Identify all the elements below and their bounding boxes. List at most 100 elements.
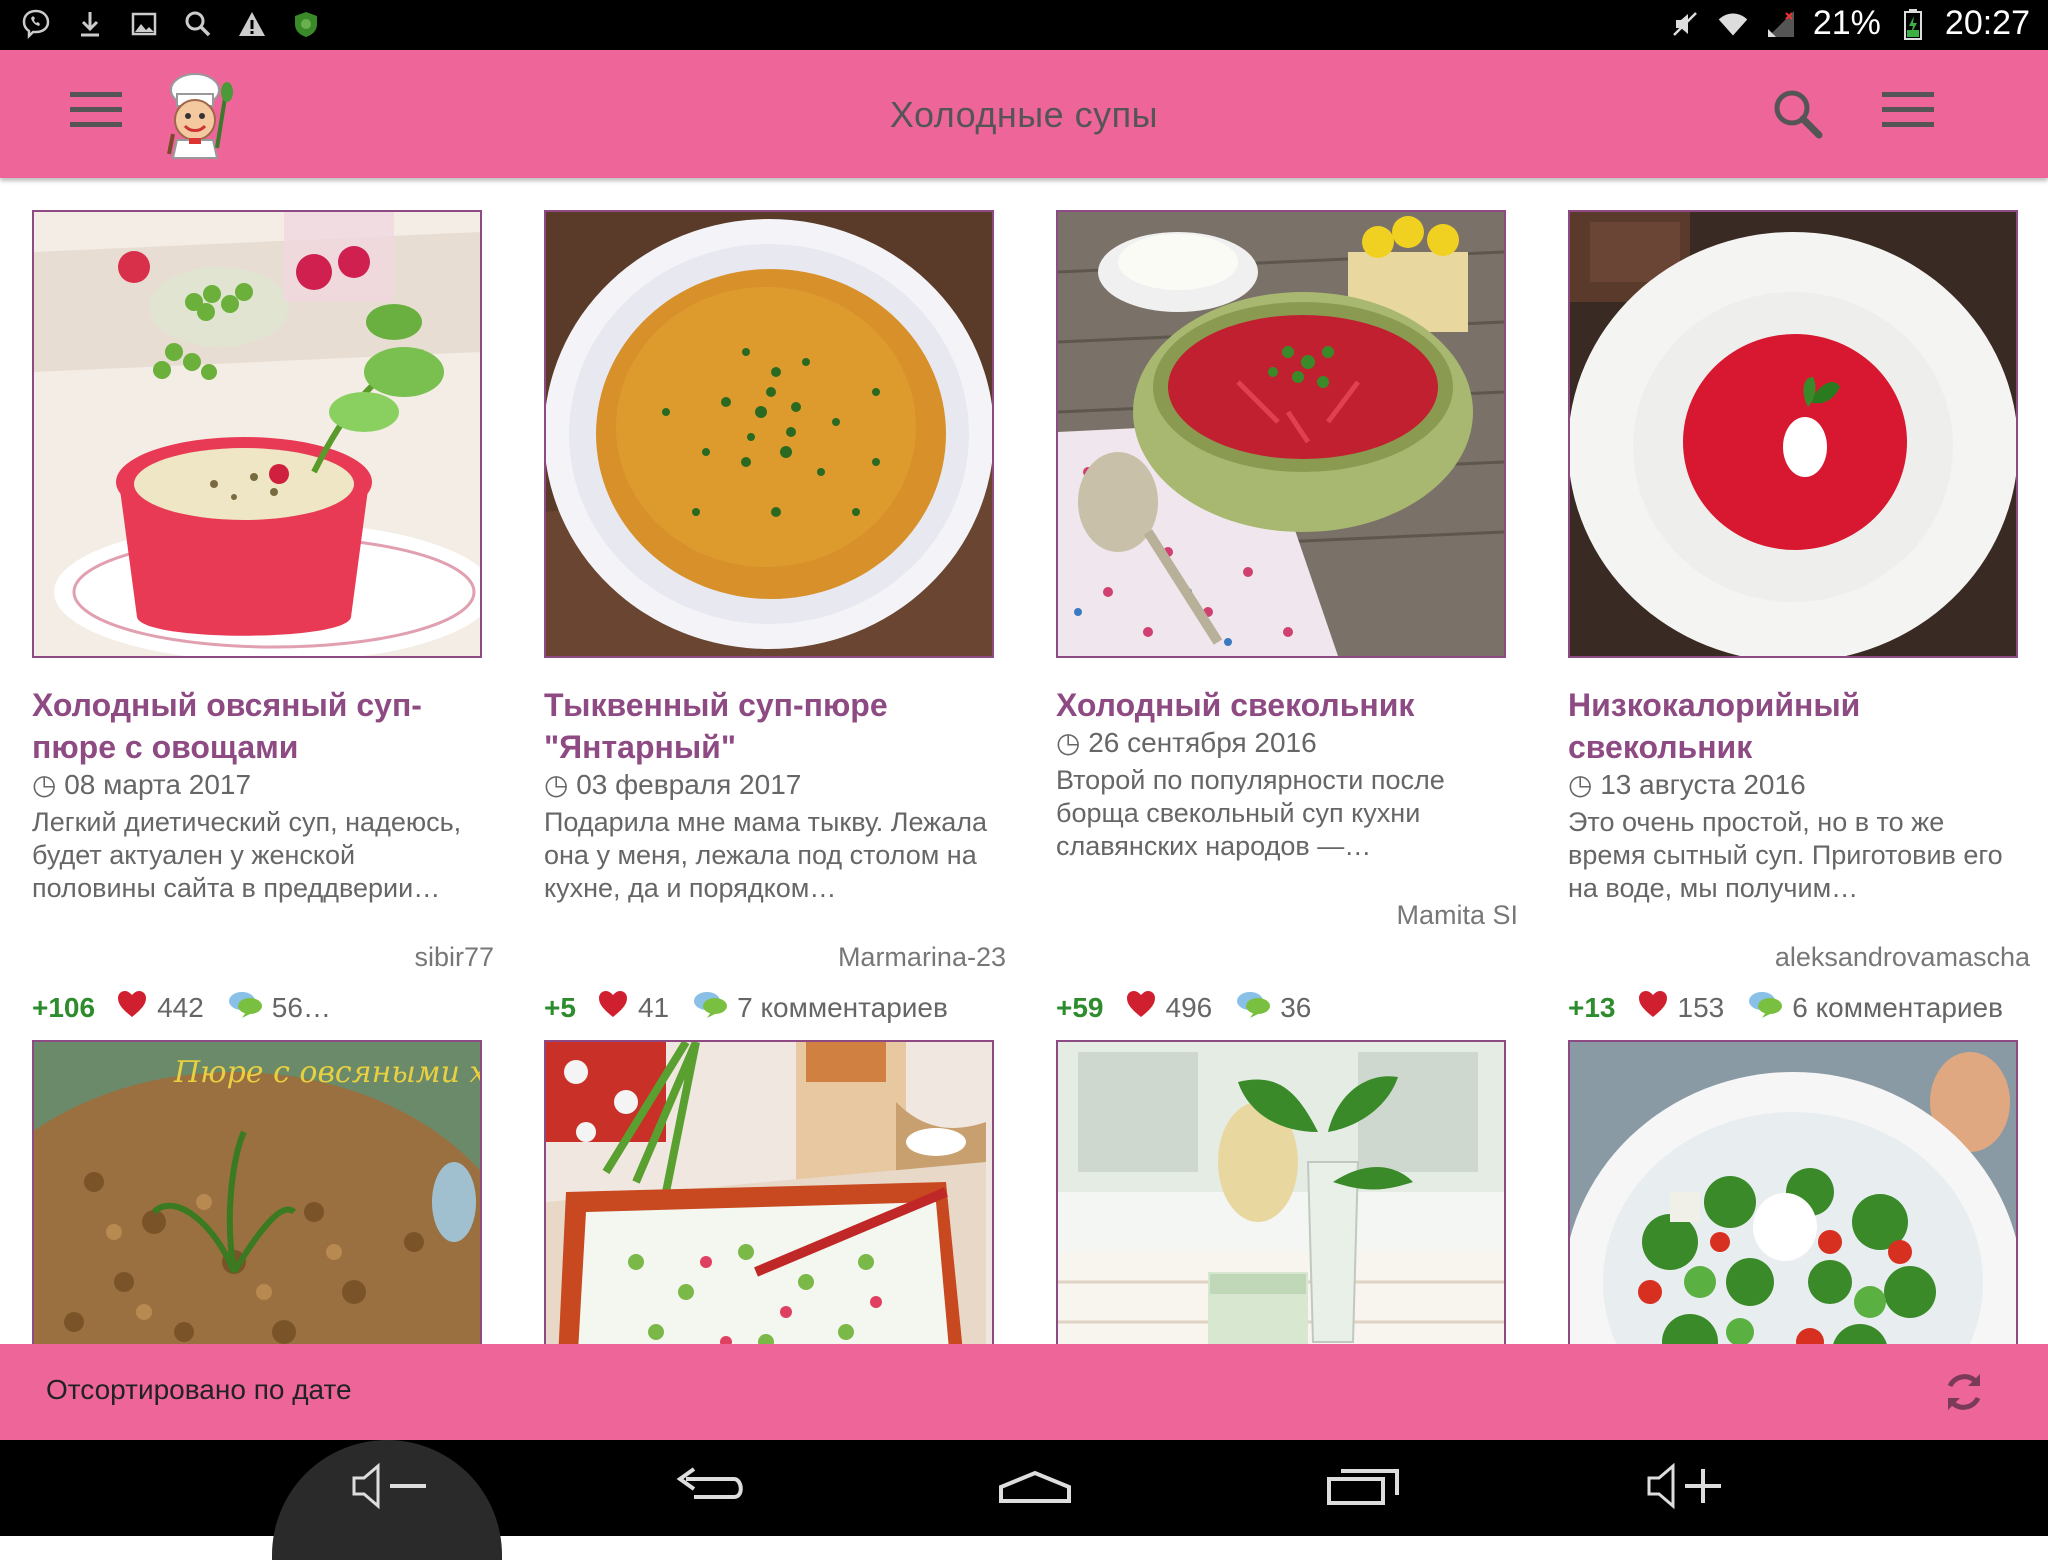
volume-down-icon: [352, 1462, 426, 1510]
refresh-icon: [1947, 1374, 1981, 1410]
battery-icon: [1897, 8, 1929, 40]
clock-icon: ◷: [1056, 727, 1089, 758]
page-title: Холодные супы: [889, 94, 1159, 135]
recipe-grid: Холодный овсяный суп-пюре с овощами ◷ 08…: [0, 178, 2048, 1344]
recipe-photo[interactable]: [1056, 1040, 1506, 1344]
search-status-icon: [182, 8, 214, 40]
radish-soup-image: [34, 212, 480, 656]
recipe-author[interactable]: aleksandrovamascha: [1775, 942, 2030, 973]
battery-percent: 21%: [1812, 4, 1881, 42]
recipe-photo[interactable]: [32, 210, 482, 658]
likes-count: 41: [637, 991, 670, 1023]
recipe-author[interactable]: Marmarina-23: [838, 942, 1006, 973]
notification-icons: [20, 8, 322, 40]
recipe-stats: +106 442 56…: [32, 990, 331, 1025]
recipe-author[interactable]: sibir77: [414, 942, 494, 973]
beet-soup-bowl-image: [1058, 212, 1504, 656]
mute-icon: [1669, 8, 1701, 40]
recipe-date: ◷ 08 марта 2017: [32, 768, 251, 801]
recent-apps-icon: [1327, 1469, 1399, 1505]
recipe-photo[interactable]: [1568, 1040, 2018, 1344]
green-soup-image: [1570, 1042, 2016, 1344]
back-icon: [676, 1467, 743, 1499]
recipe-photo[interactable]: [544, 210, 994, 658]
rating-score: +106: [32, 991, 96, 1023]
oat-puree-image: Пюре с овсяными хлоп: [34, 1042, 480, 1344]
recent-apps-button[interactable]: [1318, 1454, 1408, 1518]
rating-score: +13: [1568, 991, 1616, 1023]
list-menu-icon: [1882, 92, 1934, 127]
recipe-date-text: 13 августа 2016: [1600, 769, 1806, 800]
comments-icon: [1748, 990, 1784, 1025]
recipe-stats: +5 41 7 комментариев: [544, 990, 948, 1025]
shield-icon: [290, 8, 322, 40]
recipe-photo[interactable]: [1568, 210, 2018, 658]
volume-up-icon: [1647, 1462, 1721, 1510]
status-bar: 21% 20:27: [0, 0, 2048, 50]
app-bar: Холодные супы: [0, 50, 2048, 178]
beet-cream-soup-image: [1570, 212, 2016, 656]
home-button[interactable]: [990, 1454, 1080, 1518]
recipe-title[interactable]: Холодный овсяный суп-пюре с овощами: [32, 684, 472, 768]
wifi-icon: [1717, 8, 1749, 40]
likes-count: 442: [157, 991, 204, 1023]
recipe-date-text: 03 февраля 2017: [576, 769, 802, 800]
likes-count: 153: [1677, 991, 1725, 1023]
rating-score: +5: [544, 991, 576, 1023]
heart-icon: [1638, 990, 1668, 1025]
recipe-description: Подарила мне мама тыкву. Лежала она у ме…: [544, 807, 988, 903]
search-icon: [1774, 90, 1823, 139]
volume-up-button[interactable]: [1640, 1454, 1730, 1518]
clock-icon: ◷: [32, 769, 65, 800]
warning-icon: [236, 8, 268, 40]
clock: 20:27: [1944, 4, 2030, 42]
back-button[interactable]: [665, 1454, 755, 1518]
viber-icon: [20, 8, 52, 40]
heart-icon: [598, 990, 628, 1025]
comments-icon: [1236, 990, 1272, 1025]
recipe-description: Это очень простой, но в то же время сытн…: [1568, 807, 2003, 903]
recipe-photo[interactable]: [544, 1040, 994, 1344]
recipe-description: Второй по популярности после борща свеко…: [1056, 765, 1445, 861]
comments-count[interactable]: 6 комментариев: [1792, 992, 2003, 1024]
recipe-description: Легкий диетический суп, надеюсь, будет а…: [32, 807, 462, 903]
options-menu-button[interactable]: [1882, 90, 1942, 140]
oat-photo-caption: Пюре с овсяными хлоп: [173, 1055, 480, 1090]
rating-score: +59: [1056, 991, 1104, 1023]
heart-icon: [117, 990, 147, 1025]
image-icon: [128, 8, 160, 40]
refresh-button[interactable]: [1940, 1368, 1988, 1416]
recipe-stats: +59 496 36: [1056, 990, 1311, 1025]
recipe-date-text: 08 марта 2017: [64, 769, 252, 800]
home-icon: [999, 1470, 1071, 1503]
recipe-title[interactable]: Низкокалорийный свекольник: [1568, 684, 2008, 768]
recipe-date: ◷ 03 февраля 2017: [544, 768, 801, 801]
pumpkin-soup-image: [546, 212, 992, 656]
sort-label[interactable]: Отсортировано по дате: [46, 1374, 352, 1406]
volume-down-button[interactable]: [345, 1454, 435, 1518]
green-smoothie-image: [1058, 1042, 1504, 1344]
likes-count: 496: [1165, 991, 1213, 1023]
heart-icon: [1126, 990, 1156, 1025]
comments-count[interactable]: 36: [1280, 992, 1311, 1024]
clock-icon: ◷: [544, 769, 577, 800]
comments-icon: [228, 990, 264, 1025]
recipe-photo[interactable]: [1056, 210, 1506, 658]
recipe-photo[interactable]: Пюре с овсяными хлоп: [32, 1040, 482, 1344]
download-icon: [74, 8, 106, 40]
recipe-date: ◷ 26 сентября 2016: [1056, 726, 1317, 759]
clock-icon: ◷: [1568, 769, 1601, 800]
recipe-title[interactable]: Тыквенный суп-пюре "Янтарный": [544, 684, 984, 768]
system-status: 21% 20:27: [1669, 4, 2030, 43]
comments-count[interactable]: 56…: [272, 992, 331, 1024]
sort-bar: Отсортировано по дате: [0, 1344, 2048, 1440]
recipe-stats: +13 153 6 комментариев: [1568, 990, 2003, 1025]
recipe-author[interactable]: Mamita SI: [1396, 900, 1518, 931]
signal-icon: [1765, 8, 1797, 40]
search-button[interactable]: [1770, 86, 1826, 142]
comments-count[interactable]: 7 комментариев: [737, 992, 948, 1024]
recipe-title[interactable]: Холодный свекольник: [1056, 684, 1496, 726]
recipe-date-text: 26 сентября 2016: [1088, 727, 1317, 758]
comments-icon: [693, 990, 729, 1025]
recipe-date: ◷ 13 августа 2016: [1568, 768, 1806, 801]
